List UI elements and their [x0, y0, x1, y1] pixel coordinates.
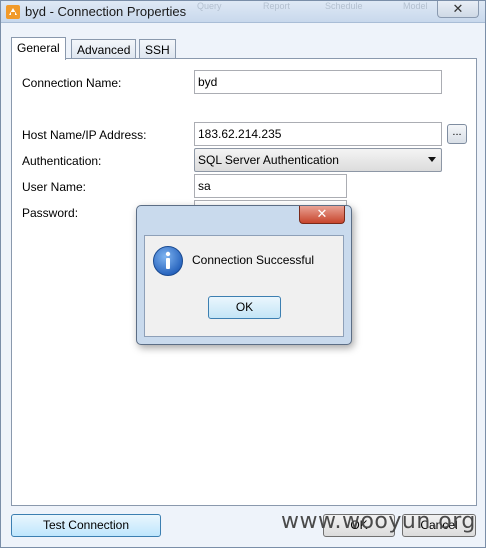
message-dialog: ✕ Connection Successful OK: [136, 205, 352, 345]
connection-properties-window: byd - Connection Properties Query Report…: [0, 0, 486, 548]
chevron-down-icon: [428, 157, 436, 162]
host-input[interactable]: 183.62.214.235: [194, 122, 442, 146]
info-icon: [153, 246, 183, 276]
dialog-ok-button[interactable]: OK: [208, 296, 281, 319]
auth-select-value: SQL Server Authentication: [198, 153, 339, 167]
close-icon: ✕: [316, 206, 328, 221]
dialog-close-button[interactable]: ✕: [299, 206, 345, 224]
message-body: Connection Successful OK: [144, 235, 344, 337]
test-connection-button[interactable]: Test Connection: [11, 514, 161, 537]
window-title: byd - Connection Properties: [25, 4, 187, 19]
bg-menu-item: Schedule: [325, 1, 363, 11]
close-icon: ✕: [452, 1, 464, 16]
host-label: Host Name/IP Address:: [22, 128, 147, 142]
bg-menu-item: Model: [403, 1, 428, 11]
window-close-button[interactable]: ✕: [437, 1, 479, 18]
message-text: Connection Successful: [192, 253, 315, 267]
user-label: User Name:: [22, 180, 87, 194]
tab-general[interactable]: General: [11, 37, 66, 60]
auth-select[interactable]: SQL Server Authentication: [194, 148, 442, 172]
app-icon: [6, 5, 20, 19]
tab-advanced[interactable]: Advanced: [71, 39, 137, 59]
watermark: www.wooyun.org: [281, 509, 476, 534]
connection-name-label: Connection Name:: [22, 76, 122, 90]
password-label: Password:: [22, 206, 79, 220]
bg-menu-item: Report: [263, 1, 291, 11]
title-bar[interactable]: byd - Connection Properties Query Report…: [1, 1, 485, 23]
browse-button[interactable]: ...: [447, 124, 467, 144]
user-input[interactable]: sa: [194, 174, 347, 198]
tab-ssh[interactable]: SSH: [139, 39, 176, 59]
connection-name-input[interactable]: byd: [194, 70, 442, 94]
auth-label: Authentication:: [22, 154, 102, 168]
bg-menu-item: Query: [197, 1, 222, 11]
